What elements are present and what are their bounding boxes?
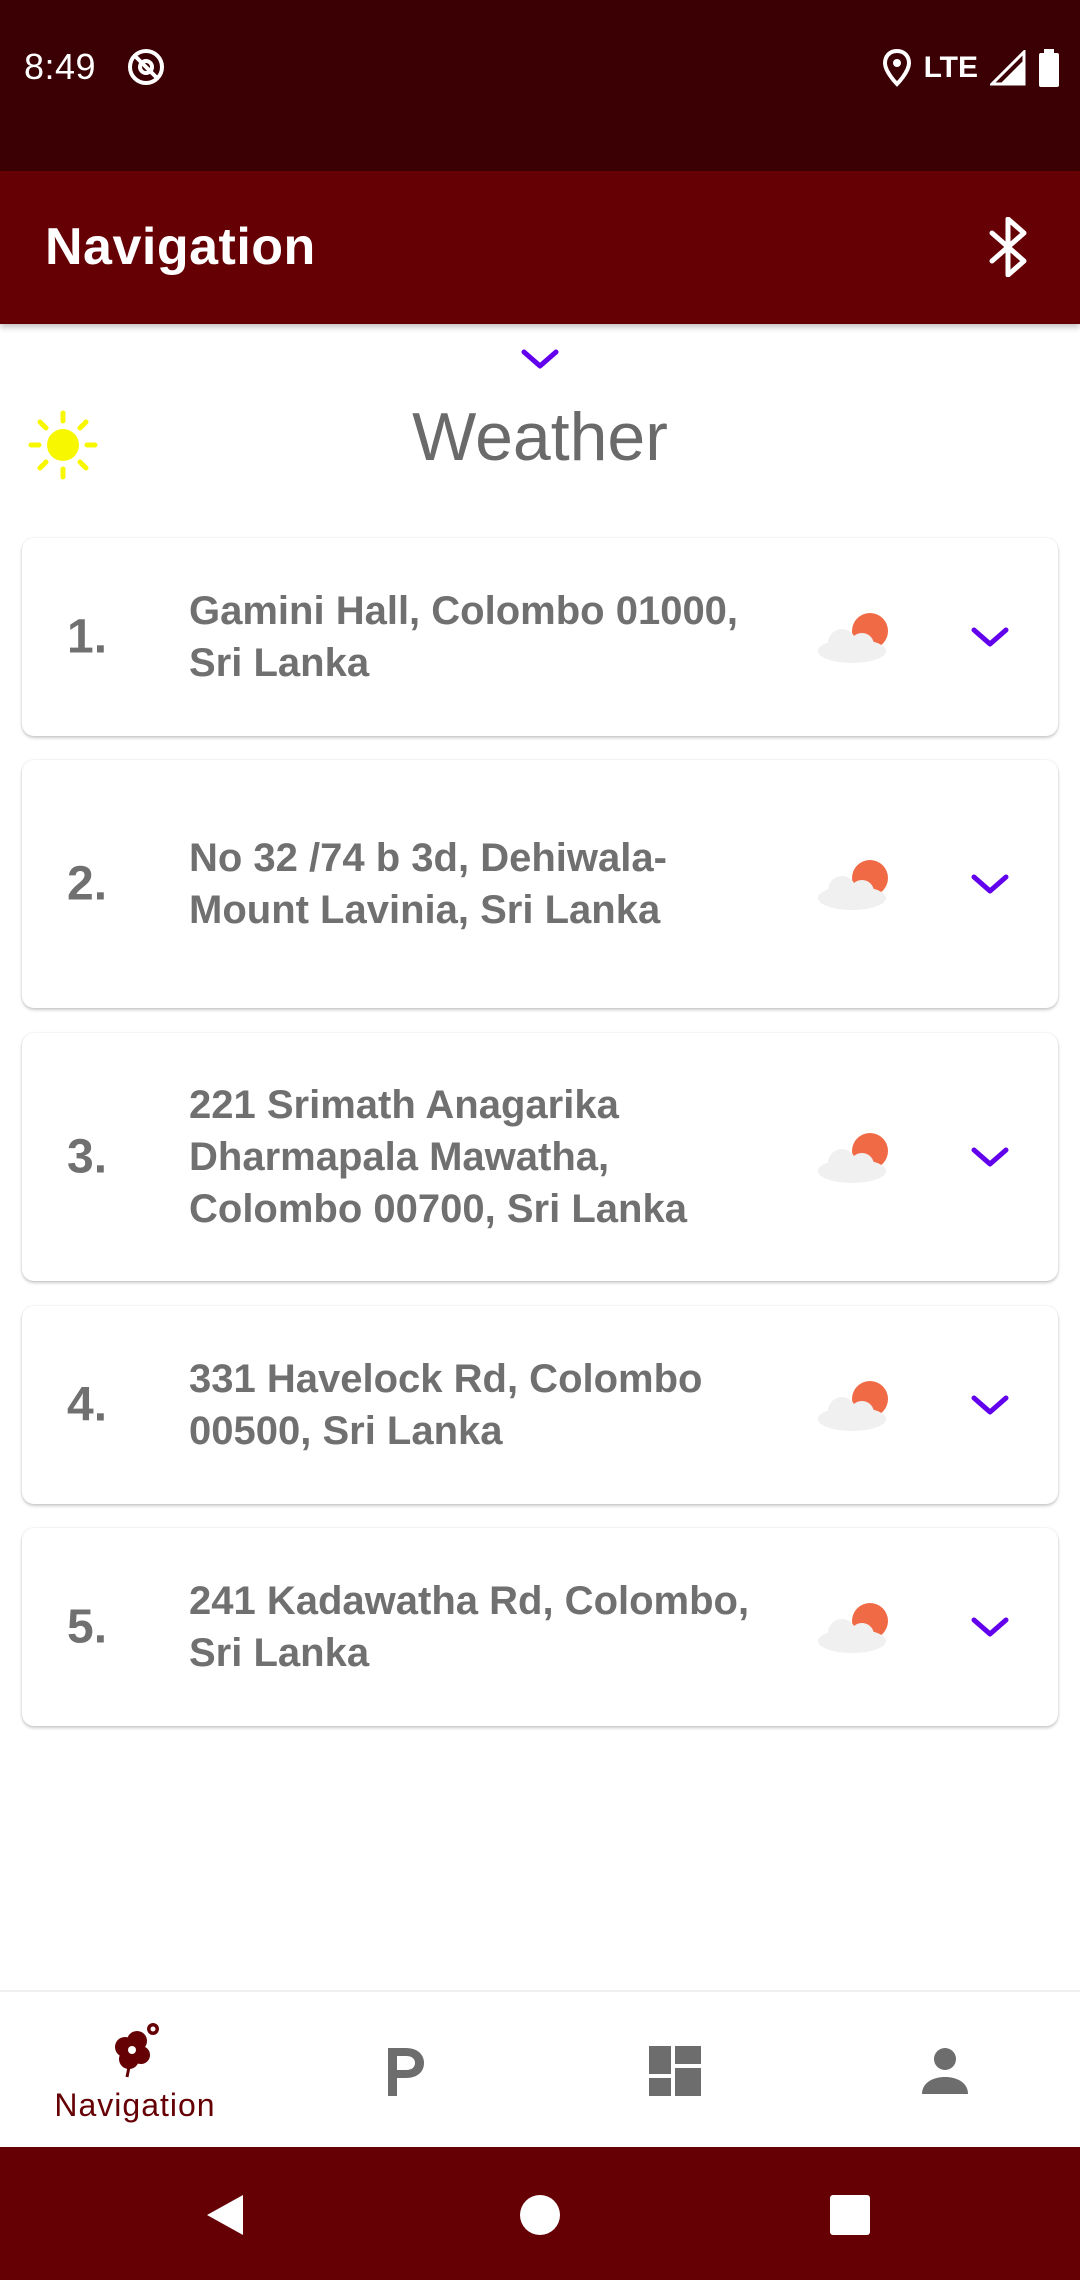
battery-icon bbox=[1039, 49, 1059, 87]
location-card[interactable]: 3. 221 Srimath Anagarika Dharmapala Mawa… bbox=[22, 1033, 1058, 1281]
navigation-flower-icon bbox=[115, 2023, 159, 2078]
nav-item-profile[interactable] bbox=[810, 1992, 1080, 2149]
location-address: 241 Kadawatha Rd, Colombo, Sri Lanka bbox=[189, 1579, 750, 1675]
expand-chevron-icon[interactable] bbox=[968, 869, 1012, 899]
status-time: 8:49 bbox=[24, 46, 97, 87]
location-card[interactable]: 1. Gamini Hall, Colombo 01000, Sri Lanka bbox=[22, 538, 1058, 736]
recents-button[interactable] bbox=[820, 2185, 880, 2245]
location-card[interactable]: 4. 331 Havelock Rd, Colombo 00500, Sri L… bbox=[22, 1306, 1058, 1504]
location-number: 1. bbox=[67, 610, 108, 664]
back-icon bbox=[207, 2195, 243, 2235]
nav-item-navigation[interactable]: Navigation bbox=[0, 1992, 270, 2149]
weather-heading: Weather bbox=[412, 399, 668, 475]
back-button[interactable] bbox=[195, 2185, 255, 2245]
location-address: 331 Havelock Rd, Colombo 00500, Sri Lank… bbox=[189, 1357, 703, 1453]
partly-cloudy-icon bbox=[818, 860, 888, 910]
status-bar: 8:49 LTE bbox=[0, 0, 1080, 171]
home-icon bbox=[520, 2195, 560, 2235]
partly-cloudy-icon bbox=[818, 1603, 888, 1653]
expand-chevron-icon[interactable] bbox=[968, 622, 1012, 652]
home-button[interactable] bbox=[510, 2185, 570, 2245]
location-number: 3. bbox=[67, 1130, 108, 1184]
location-address: 221 Srimath Anagarika Dharmapala Mawatha… bbox=[189, 1083, 687, 1231]
parking-icon bbox=[388, 2047, 424, 2096]
location-number: 4. bbox=[67, 1378, 108, 1432]
notification-at-icon bbox=[128, 49, 164, 85]
location-number: 2. bbox=[67, 857, 108, 911]
system-navigation-bar bbox=[0, 2147, 1080, 2280]
partly-cloudy-icon bbox=[818, 613, 888, 663]
recents-icon bbox=[830, 2195, 870, 2235]
expand-chevron-icon[interactable] bbox=[968, 1390, 1012, 1420]
dashboard-icon bbox=[649, 2045, 701, 2096]
partly-cloudy-icon bbox=[818, 1133, 888, 1183]
page-title: Navigation bbox=[45, 218, 316, 276]
status-icons: LTE bbox=[882, 46, 1060, 90]
nav-label: Navigation bbox=[54, 2087, 216, 2123]
person-icon bbox=[922, 2047, 968, 2094]
bluetooth-button[interactable] bbox=[976, 215, 1040, 279]
location-address: Gamini Hall, Colombo 01000, Sri Lanka bbox=[189, 589, 739, 685]
nav-item-parking[interactable] bbox=[270, 1992, 540, 2149]
signal-icon bbox=[990, 50, 1026, 86]
location-icon bbox=[882, 48, 911, 87]
expand-chevron-icon[interactable] bbox=[968, 1612, 1012, 1642]
location-card[interactable]: 2. No 32 /74 b 3d, Dehiwala-Mount Lavini… bbox=[22, 760, 1058, 1008]
partly-cloudy-icon bbox=[818, 1381, 888, 1431]
bottom-navigation: Navigation bbox=[0, 1990, 1080, 2147]
network-type: LTE bbox=[923, 51, 978, 84]
location-number: 5. bbox=[67, 1600, 108, 1654]
collapse-chevron-icon[interactable] bbox=[518, 344, 562, 374]
expand-chevron-icon[interactable] bbox=[968, 1142, 1012, 1172]
location-card[interactable]: 5. 241 Kadawatha Rd, Colombo, Sri Lanka bbox=[22, 1528, 1058, 1726]
nav-item-dashboard[interactable] bbox=[540, 1992, 810, 2149]
app-bar: Navigation bbox=[0, 171, 1080, 324]
bluetooth-icon bbox=[989, 217, 1027, 277]
location-address: No 32 /74 b 3d, Dehiwala-Mount Lavinia, … bbox=[189, 836, 667, 932]
